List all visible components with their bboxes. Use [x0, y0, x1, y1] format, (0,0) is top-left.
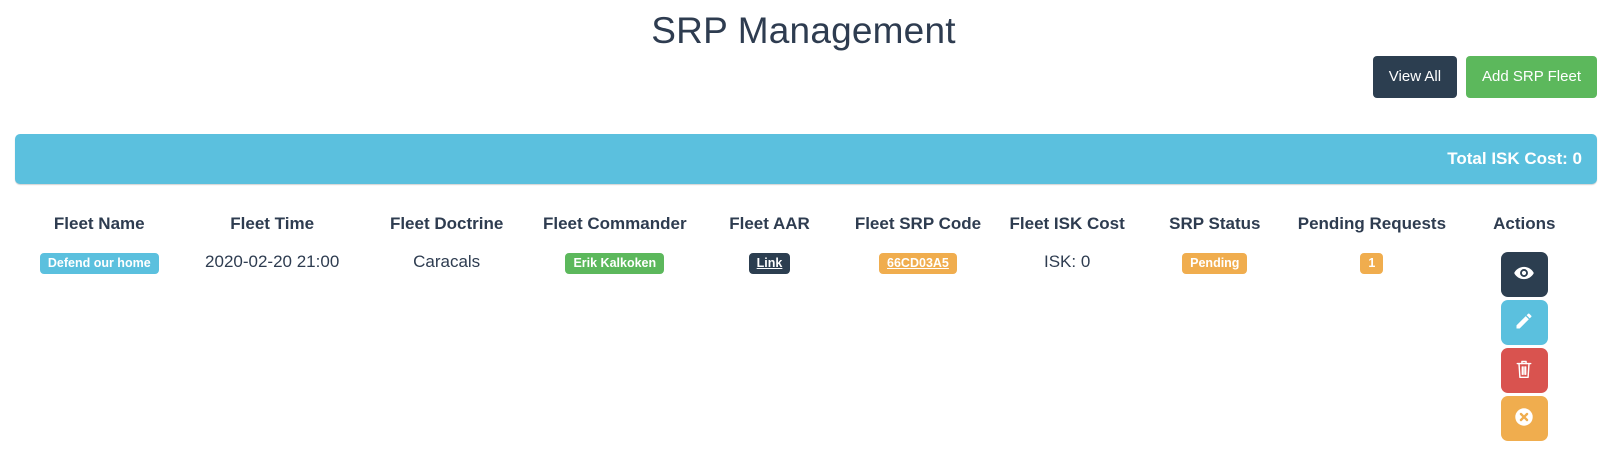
toolbar: View All Add SRP Fleet	[0, 56, 1607, 98]
cell-fleet-srp-code: 66CD03A5	[843, 243, 993, 450]
cell-fleet-doctrine: Caracals	[360, 243, 534, 450]
header-fleet-srp-code: Fleet SRP Code	[843, 205, 993, 243]
pencil-icon	[1514, 311, 1534, 334]
cell-srp-status: Pending	[1141, 243, 1288, 450]
header-fleet-time: Fleet Time	[185, 205, 360, 243]
trash-icon	[1514, 358, 1534, 383]
page-title: SRP Management	[0, 10, 1607, 52]
header-fleet-name: Fleet Name	[14, 205, 185, 243]
header-fleet-doctrine: Fleet Doctrine	[360, 205, 534, 243]
view-all-button[interactable]: View All	[1373, 56, 1457, 98]
edit-fleet-button[interactable]	[1501, 300, 1548, 345]
fleet-name-badge: Defend our home	[40, 253, 159, 275]
cell-pending-requests: 1	[1288, 243, 1455, 450]
srp-status-badge: Pending	[1182, 253, 1247, 275]
cell-fleet-commander: Erik Kalkoken	[533, 243, 696, 450]
pending-requests-badge: 1	[1360, 253, 1383, 275]
times-circle-icon	[1513, 406, 1535, 431]
fleet-commander-badge: Erik Kalkoken	[565, 253, 664, 275]
header-fleet-commander: Fleet Commander	[533, 205, 696, 243]
cell-fleet-aar: Link	[696, 243, 843, 450]
header-srp-status: SRP Status	[1141, 205, 1288, 243]
eye-icon	[1513, 262, 1535, 287]
fleet-aar-link[interactable]: Link	[749, 253, 791, 275]
header-actions: Actions	[1456, 205, 1593, 243]
view-fleet-button[interactable]	[1501, 252, 1548, 297]
fleet-srp-code-link[interactable]: 66CD03A5	[879, 253, 957, 275]
actions-stack	[1462, 252, 1587, 441]
total-isk-cost-bar: Total ISK Cost: 0	[15, 134, 1597, 184]
srp-fleet-table: Fleet Name Fleet Time Fleet Doctrine Fle…	[14, 205, 1593, 450]
delete-fleet-button[interactable]	[1501, 348, 1548, 393]
cell-fleet-name: Defend our home	[14, 243, 185, 450]
cell-fleet-time: 2020-02-20 21:00	[185, 243, 360, 450]
header-fleet-aar: Fleet AAR	[696, 205, 843, 243]
cell-actions	[1456, 243, 1593, 450]
disable-fleet-button[interactable]	[1501, 396, 1548, 441]
total-isk-cost-label: Total ISK Cost: 0	[1447, 149, 1582, 169]
add-srp-fleet-button[interactable]: Add SRP Fleet	[1466, 56, 1597, 98]
table-header-row: Fleet Name Fleet Time Fleet Doctrine Fle…	[14, 205, 1593, 243]
header-fleet-isk-cost: Fleet ISK Cost	[993, 205, 1141, 243]
table-row: Defend our home 2020-02-20 21:00 Caracal…	[14, 243, 1593, 450]
cell-fleet-isk-cost: ISK: 0	[993, 243, 1141, 450]
header-pending-requests: Pending Requests	[1288, 205, 1455, 243]
